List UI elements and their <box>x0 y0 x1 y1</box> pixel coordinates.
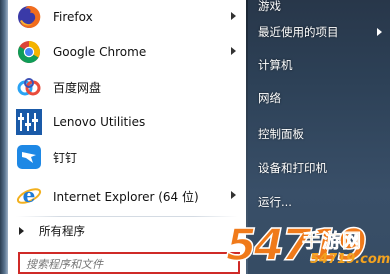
all-programs-label: 所有程序 <box>39 224 85 238</box>
right-item-control-panel[interactable]: 控制面板 <box>258 122 386 146</box>
program-firefox[interactable]: Firefox <box>8 1 244 33</box>
svg-text:e: e <box>23 183 36 207</box>
submenu-arrow-icon <box>231 12 236 20</box>
right-item-games[interactable]: 游戏 <box>258 0 386 18</box>
right-item-recent-items[interactable]: 最近使用的项目 <box>258 20 386 44</box>
right-item-computer[interactable]: 计算机 <box>258 53 386 77</box>
submenu-arrow-icon <box>231 191 236 199</box>
all-programs-button[interactable]: 所有程序 <box>8 221 244 241</box>
program-label: Google Chrome <box>53 45 147 59</box>
program-label: 钉钉 <box>53 150 78 165</box>
internet-explorer-icon: e <box>16 183 42 209</box>
program-label: Internet Explorer (64 位) <box>53 189 199 204</box>
program-lenovo-utilities[interactable]: Lenovo Utilities <box>8 106 244 138</box>
lenovo-utilities-icon <box>16 109 42 135</box>
right-item-label: 游戏 <box>258 0 281 13</box>
expand-arrow-icon <box>19 227 24 235</box>
program-label: Lenovo Utilities <box>53 115 146 129</box>
right-item-label: 运行... <box>258 195 292 209</box>
submenu-arrow-icon <box>231 47 236 55</box>
right-item-label: 最近使用的项目 <box>258 25 339 39</box>
submenu-arrow-icon <box>377 28 382 36</box>
dingtalk-icon <box>16 144 42 170</box>
baidu-netdisk-icon <box>16 74 42 100</box>
right-item-network[interactable]: 网络 <box>258 86 386 110</box>
right-item-run[interactable]: 运行... <box>258 190 386 214</box>
right-item-devices-printers[interactable]: 设备和打印机 <box>258 156 386 180</box>
program-google-chrome[interactable]: Google Chrome <box>8 36 244 68</box>
search-box[interactable] <box>18 252 240 274</box>
site-watermark: 54719 手游网 54719.com <box>225 218 390 274</box>
search-input[interactable] <box>26 256 226 272</box>
watermark-url: 54719.com <box>310 252 390 267</box>
start-menu-left-panel: Firefox Google Chrome 百度网盘 Lenovo Utilit… <box>0 0 246 274</box>
right-item-label: 计算机 <box>258 58 293 72</box>
watermark-text: 手游网 <box>302 230 363 253</box>
right-item-label: 网络 <box>258 91 281 105</box>
program-label: 百度网盘 <box>53 80 102 95</box>
program-label: Firefox <box>53 10 93 24</box>
separator <box>16 216 238 217</box>
chrome-icon <box>16 39 42 65</box>
right-item-label: 控制面板 <box>258 127 304 141</box>
program-baidu-netdisk[interactable]: 百度网盘 <box>8 71 244 103</box>
right-item-label: 设备和打印机 <box>258 161 327 175</box>
menu-frame-edge <box>0 0 8 274</box>
firefox-icon <box>16 4 42 30</box>
program-dingtalk[interactable]: 钉钉 <box>8 141 244 173</box>
program-internet-explorer[interactable]: e Internet Explorer (64 位) <box>8 180 244 212</box>
